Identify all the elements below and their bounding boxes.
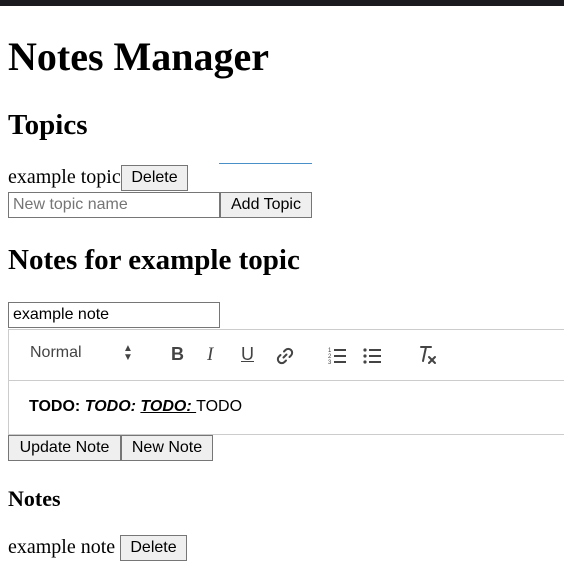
note-title-input[interactable]: example note <box>8 302 220 328</box>
ordered-list-icon[interactable]: 123 <box>327 346 347 366</box>
italic-icon[interactable]: I <box>207 344 213 366</box>
clear-format-icon[interactable] <box>416 344 438 366</box>
editor-toolbar: Normal ▲ ▼ B I U 123 <box>8 329 564 381</box>
bullet-list-icon[interactable] <box>362 346 382 366</box>
new-note-button[interactable]: New Note <box>121 435 213 461</box>
link-icon[interactable] <box>275 346 295 366</box>
editor-bold-italic-text: TODO: <box>84 398 141 415</box>
svg-text:3: 3 <box>328 360 332 366</box>
delete-note-button[interactable]: Delete <box>120 535 187 561</box>
topic-item-name: example topic <box>8 166 121 188</box>
delete-topic-button[interactable]: Delete <box>121 165 188 191</box>
add-topic-button[interactable]: Add Topic <box>220 192 312 218</box>
notes-section-heading: Notes for example topic <box>8 244 300 276</box>
new-topic-input[interactable]: New topic name <box>8 192 220 218</box>
page-title: Notes Manager <box>8 34 270 79</box>
notes-list-heading: Notes <box>8 486 61 511</box>
select-arrows-icon[interactable]: ▲ ▼ <box>123 344 133 363</box>
editor-bold-text: TODO: <box>29 398 85 415</box>
bold-icon[interactable]: B <box>171 344 184 365</box>
underline-icon[interactable]: U <box>241 344 254 365</box>
editor-plain-text: TODO <box>196 398 243 415</box>
note-item-name: example note <box>8 536 116 558</box>
editor-content: TODO: TODO: TODO: TODO <box>29 398 242 416</box>
update-note-button[interactable]: Update Note <box>8 435 121 461</box>
top-bar <box>0 0 564 6</box>
new-topic-placeholder: New topic name <box>13 196 128 213</box>
link-underline-decoration <box>219 163 312 164</box>
format-select[interactable]: Normal <box>30 344 82 362</box>
topics-heading: Topics <box>8 109 88 141</box>
note-editor[interactable]: TODO: TODO: TODO: TODO <box>8 381 564 435</box>
editor-bold-italic-underline-text: TODO: <box>140 398 197 415</box>
